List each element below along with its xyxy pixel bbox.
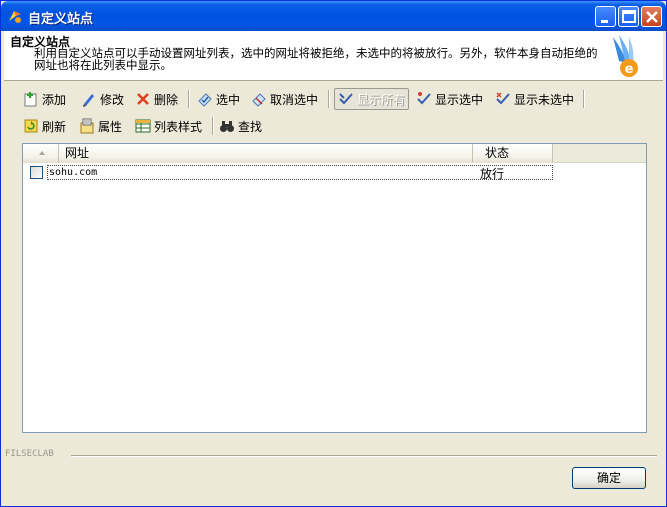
add-icon xyxy=(24,92,37,107)
window-title: 自定义站点 xyxy=(28,12,94,27)
close-icon xyxy=(646,11,658,23)
toolbar-separator xyxy=(583,90,585,108)
logo-icon: e xyxy=(613,35,638,77)
delete-icon xyxy=(137,93,149,105)
maximize-icon xyxy=(622,10,636,23)
custom-sites-dialog: 自定义站点 自定义站点 利用自定义站点可以手动设置网址列表，选中的网址将被拒绝，… xyxy=(0,0,667,507)
pencil-icon xyxy=(83,94,94,107)
minimize-button[interactable] xyxy=(595,6,616,27)
find-button[interactable]: 查找 xyxy=(219,115,262,137)
header-description: 利用自定义站点可以手动设置网址列表，选中的网址将被拒绝，未选中的将被放行。另外，… xyxy=(34,46,598,72)
binoculars-icon xyxy=(220,121,234,132)
column-sort[interactable] xyxy=(23,144,59,163)
maximize-button[interactable] xyxy=(618,6,639,27)
edit-button[interactable]: 修改 xyxy=(81,88,124,110)
unselect-button[interactable]: 取消选中 xyxy=(251,88,318,110)
toolbar-separator xyxy=(212,117,214,135)
delete-button[interactable]: 删除 xyxy=(135,88,178,110)
site-list[interactable]: 网址 状态 sohu.com 放行 xyxy=(22,143,647,433)
properties-icon xyxy=(80,118,94,134)
list-style-button[interactable]: 列表样式 xyxy=(135,115,202,137)
sort-arrow-icon xyxy=(39,151,45,155)
toolbar-separator xyxy=(328,90,330,108)
select-button[interactable]: 选中 xyxy=(197,88,240,110)
refresh-button[interactable]: 刷新 xyxy=(23,115,66,137)
minimize-icon xyxy=(601,20,608,23)
show-selected-button[interactable]: 显示选中 xyxy=(416,88,483,110)
show-selected-icon xyxy=(417,92,431,105)
toolbar-separator xyxy=(188,90,190,108)
app-icon xyxy=(9,11,21,23)
row-checkbox[interactable] xyxy=(30,166,43,179)
show-all-button[interactable]: 显示所有 xyxy=(334,88,410,110)
show-all-icon xyxy=(339,93,353,105)
close-button[interactable] xyxy=(641,6,662,27)
row-status: 放行 xyxy=(480,167,505,181)
dialog-header: 自定义站点 利用自定义站点可以手动设置网址列表，选中的网址将被拒绝，未选中的将被… xyxy=(4,31,663,81)
add-button[interactable]: 添加 xyxy=(23,88,66,110)
toolbar-main: 添加 修改 删除 选中 取消选中 显示所有 显示选中 显示未选中 xyxy=(15,88,655,112)
title-bar[interactable]: 自定义站点 xyxy=(1,1,666,31)
toolbar-secondary: 刷新 属性 列表样式 查找 xyxy=(15,115,315,139)
column-status[interactable]: 状态 xyxy=(473,144,553,163)
ok-button[interactable]: 确定 xyxy=(572,467,646,489)
show-unselected-button[interactable]: 显示未选中 xyxy=(495,88,574,110)
row-url: sohu.com xyxy=(47,165,553,180)
svg-text:e: e xyxy=(625,62,634,77)
refresh-icon xyxy=(24,119,38,133)
select-icon xyxy=(198,93,212,107)
footer-divider xyxy=(71,455,657,457)
brand-label: FILSECLAB xyxy=(5,449,54,459)
unselect-icon xyxy=(252,93,266,107)
column-url[interactable]: 网址 xyxy=(59,144,473,163)
show-unselected-icon xyxy=(496,92,510,105)
properties-button[interactable]: 属性 xyxy=(79,115,122,137)
table-row[interactable]: sohu.com 放行 xyxy=(23,164,553,181)
list-style-icon xyxy=(135,119,151,133)
list-header: 网址 状态 xyxy=(23,144,646,163)
